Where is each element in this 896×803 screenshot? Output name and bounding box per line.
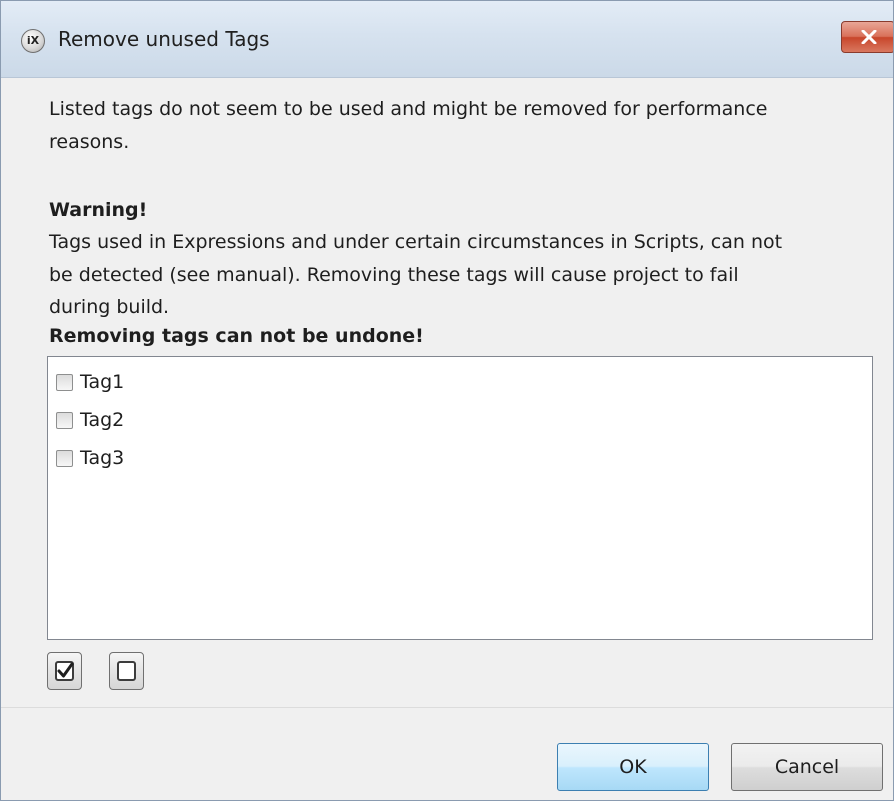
- cancel-button[interactable]: Cancel: [731, 743, 883, 791]
- list-item[interactable]: Tag3: [56, 441, 124, 475]
- tag2-checkbox[interactable]: [56, 411, 73, 429]
- app-icon: iX: [21, 29, 45, 53]
- title-bar[interactable]: iX Remove unused Tags: [1, 1, 893, 78]
- list-item[interactable]: Tag2: [56, 403, 124, 437]
- warning-heading: Warning!: [49, 199, 148, 221]
- tag-label: Tag3: [80, 447, 125, 469]
- select-all-button[interactable]: [47, 652, 82, 690]
- empty-box-icon: [117, 661, 136, 681]
- message-line-1: Listed tags do not seem to be used and m…: [49, 98, 768, 120]
- window-title: Remove unused Tags: [58, 27, 270, 51]
- close-icon: [861, 30, 877, 44]
- tag1-checkbox[interactable]: [56, 373, 73, 391]
- undo-notice: Removing tags can not be undone!: [49, 325, 424, 347]
- checked-box-icon: [55, 661, 74, 681]
- deselect-all-button[interactable]: [109, 652, 144, 690]
- ok-button[interactable]: OK: [557, 743, 709, 791]
- list-item[interactable]: Tag1: [56, 365, 124, 399]
- tag-list[interactable]: Tag1 Tag2 Tag3: [47, 356, 873, 640]
- footer-divider: [1, 707, 893, 708]
- tag-label: Tag2: [80, 409, 125, 431]
- tag3-checkbox[interactable]: [56, 449, 73, 467]
- tag-label: Tag1: [80, 371, 125, 393]
- warning-line-2: be detected (see manual). Removing these…: [49, 264, 739, 286]
- warning-line-3: during build.: [49, 296, 170, 318]
- warning-line-1: Tags used in Expressions and under certa…: [49, 231, 783, 253]
- close-button[interactable]: [841, 21, 893, 53]
- remove-unused-tags-dialog: iX Remove unused Tags Listed tags do not…: [0, 0, 894, 801]
- message-line-2: reasons.: [49, 131, 130, 153]
